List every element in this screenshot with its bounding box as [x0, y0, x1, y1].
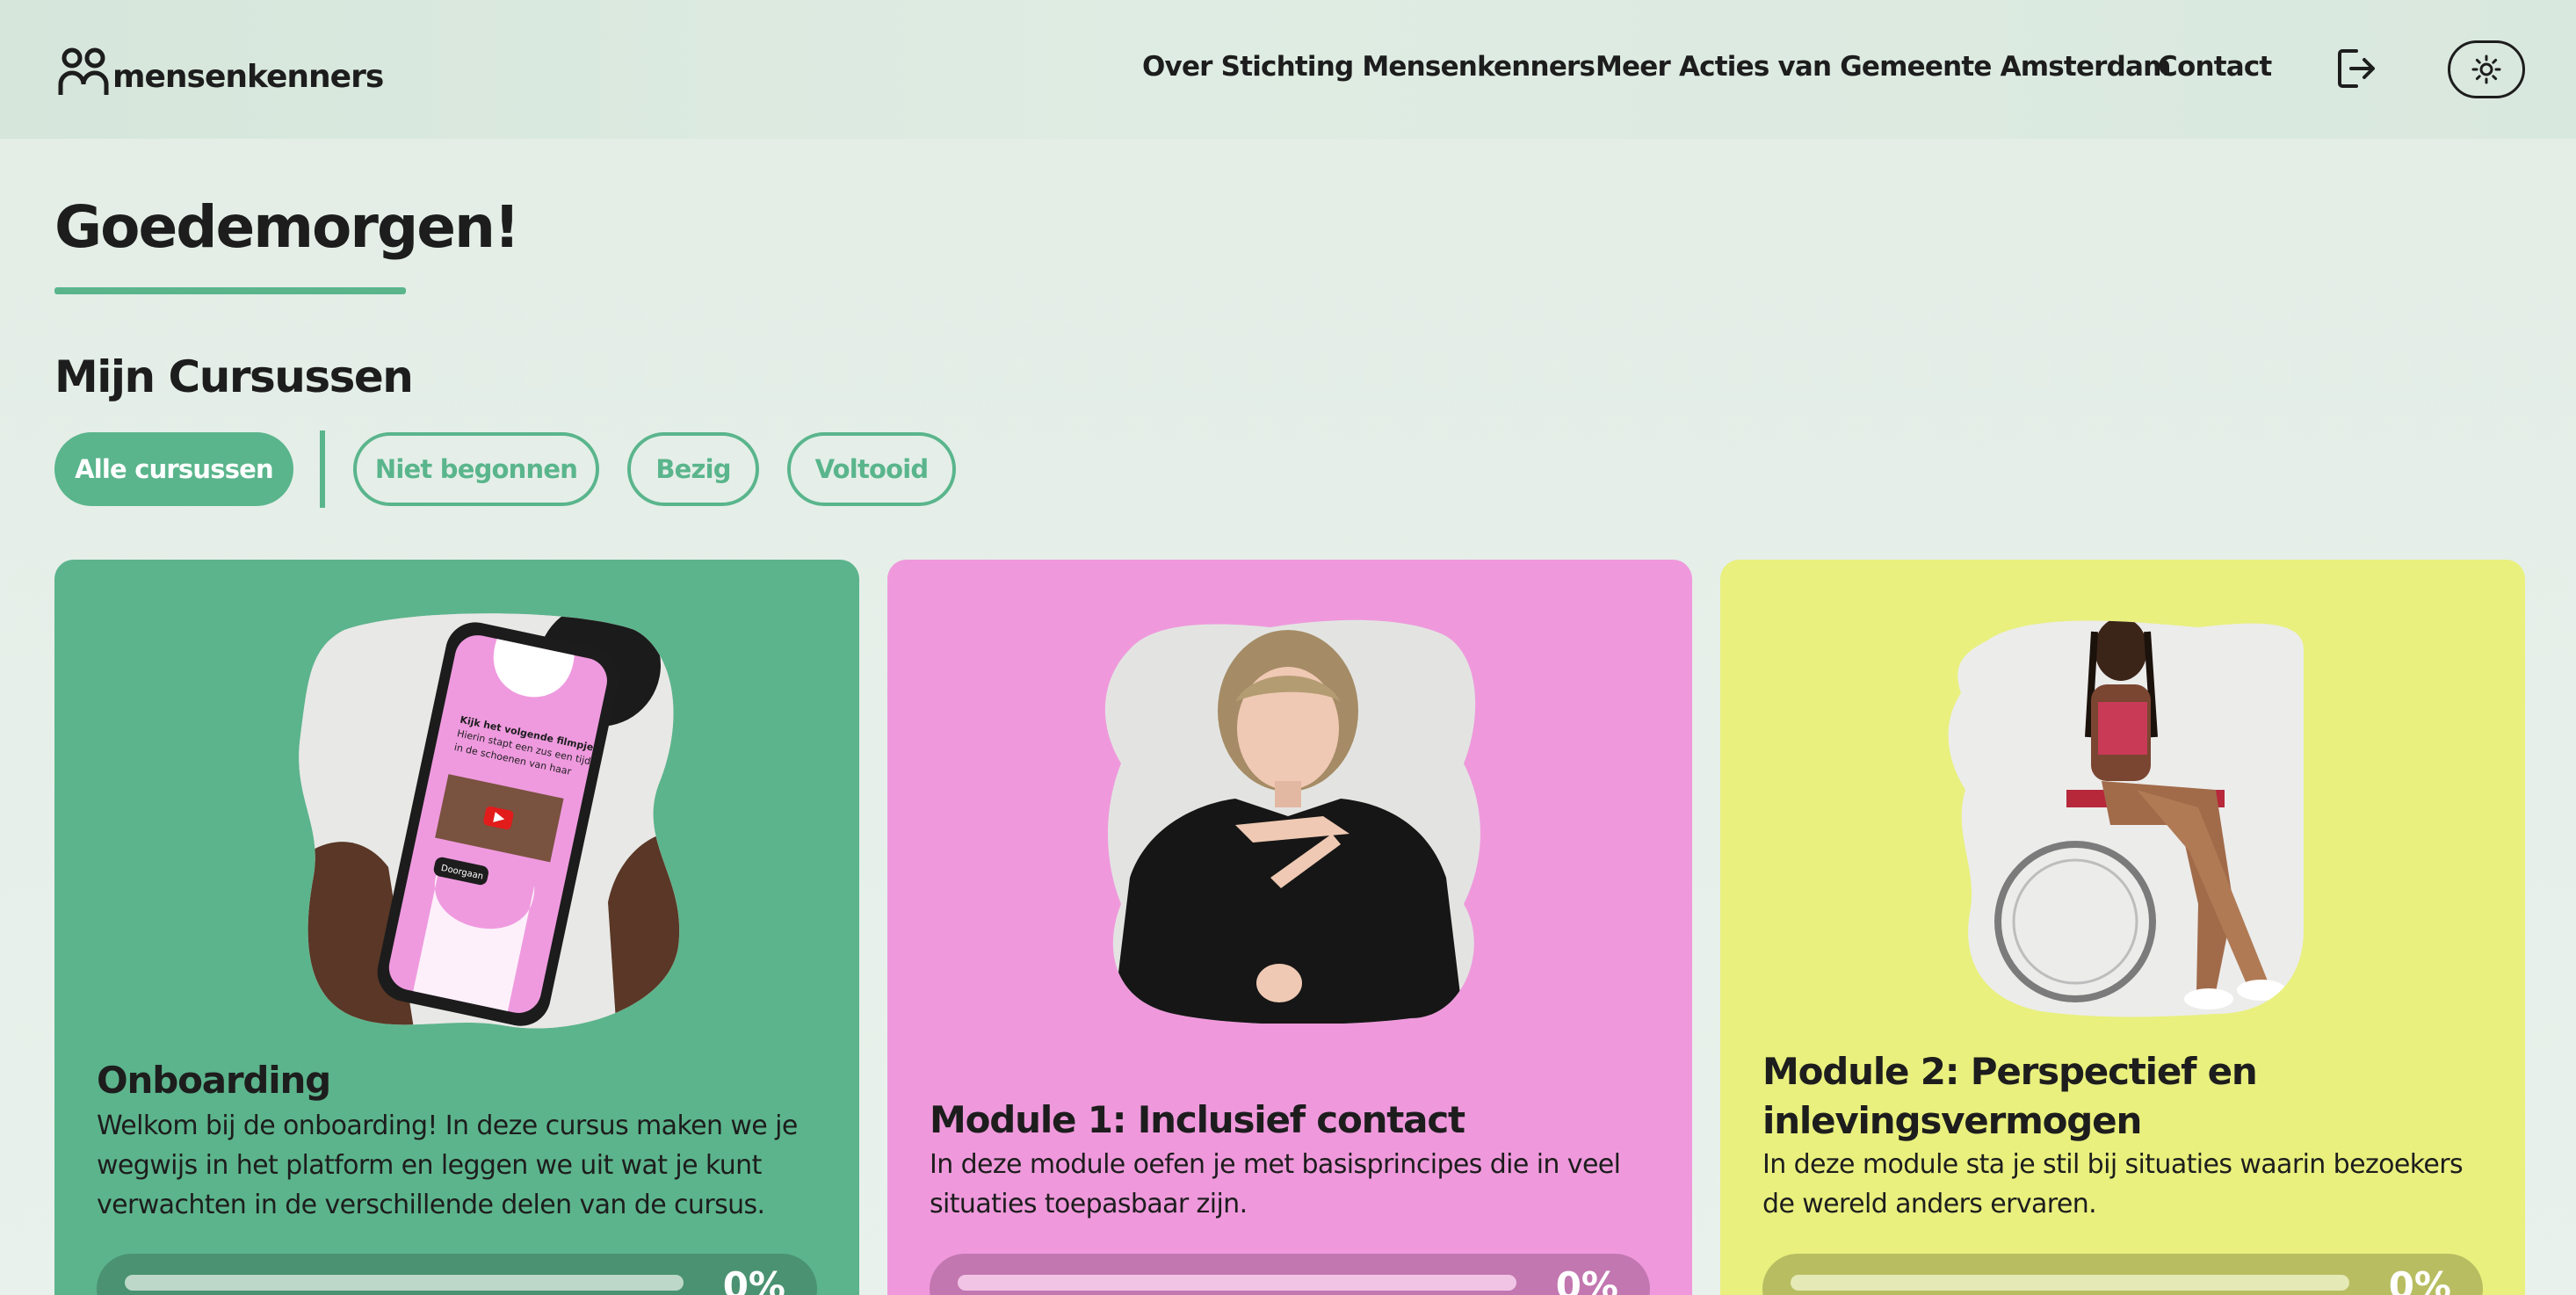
progress-track	[958, 1275, 1516, 1291]
progress-bar: 0%	[97, 1254, 817, 1295]
wheelchair-person-photo	[1948, 620, 2304, 1017]
logout-icon	[2338, 49, 2375, 88]
course-card-module-1[interactable]: Module 1: Inclusief contact In deze modu…	[887, 560, 1692, 1295]
top-header: mensenkenners Over Stichting Mensenkenne…	[0, 0, 2576, 139]
filter-completed[interactable]: Voltooid	[787, 432, 956, 506]
logout-button[interactable]	[2337, 47, 2376, 90]
phone-in-hand-illustration: Kijk het volgende filmpje. Hierin stapt …	[299, 613, 680, 1029]
title-underline	[54, 287, 406, 294]
progress-track	[1791, 1275, 2349, 1291]
nav-link-meer-acties[interactable]: Meer Acties van Gemeente Amsterdam	[1596, 51, 2171, 83]
nav-link-contact[interactable]: Contact	[2158, 51, 2272, 83]
theme-toggle-button[interactable]	[2448, 40, 2525, 98]
sign-language-person-photo	[1104, 619, 1480, 1024]
filter-all-courses[interactable]: Alle cursussen	[54, 432, 293, 506]
section-title-my-courses: Mijn Cursussen	[54, 351, 414, 402]
brand-name: mensenkenners	[112, 59, 384, 95]
progress-bar: 0%	[930, 1254, 1650, 1295]
filter-not-started[interactable]: Niet begonnen	[353, 432, 599, 506]
progress-bar: 0%	[1762, 1254, 2483, 1295]
course-card-module-2[interactable]: Module 2: Perspectief en inlevingsvermog…	[1720, 560, 2525, 1295]
brand-logo[interactable]: mensenkenners	[56, 46, 384, 95]
people-logo-icon	[58, 47, 109, 95]
page-title: Goedemorgen!	[54, 193, 520, 261]
filter-divider	[320, 430, 325, 508]
progress-percentage: 0%	[722, 1264, 785, 1295]
course-title: Module 1: Inclusief contact	[930, 1098, 1465, 1141]
filter-in-progress[interactable]: Bezig	[627, 432, 759, 506]
progress-percentage: 0%	[2388, 1264, 2451, 1295]
course-card-onboarding[interactable]: Kijk het volgende filmpje. Hierin stapt …	[54, 560, 859, 1295]
course-title: Module 2: Perspectief en inlevingsvermog…	[1762, 1050, 2258, 1142]
course-description: In deze module oefen je met basisprincip…	[930, 1149, 1621, 1219]
sun-icon	[2471, 54, 2501, 84]
progress-track	[125, 1275, 684, 1291]
course-title: Onboarding	[97, 1059, 331, 1102]
course-description: In deze module sta je stil bij situaties…	[1762, 1149, 2464, 1219]
course-description: Welkom bij de onboarding! In deze cursus…	[97, 1111, 798, 1220]
progress-percentage: 0%	[1555, 1264, 1618, 1295]
nav-link-over-stichting[interactable]: Over Stichting Mensenkenners	[1142, 51, 1596, 83]
